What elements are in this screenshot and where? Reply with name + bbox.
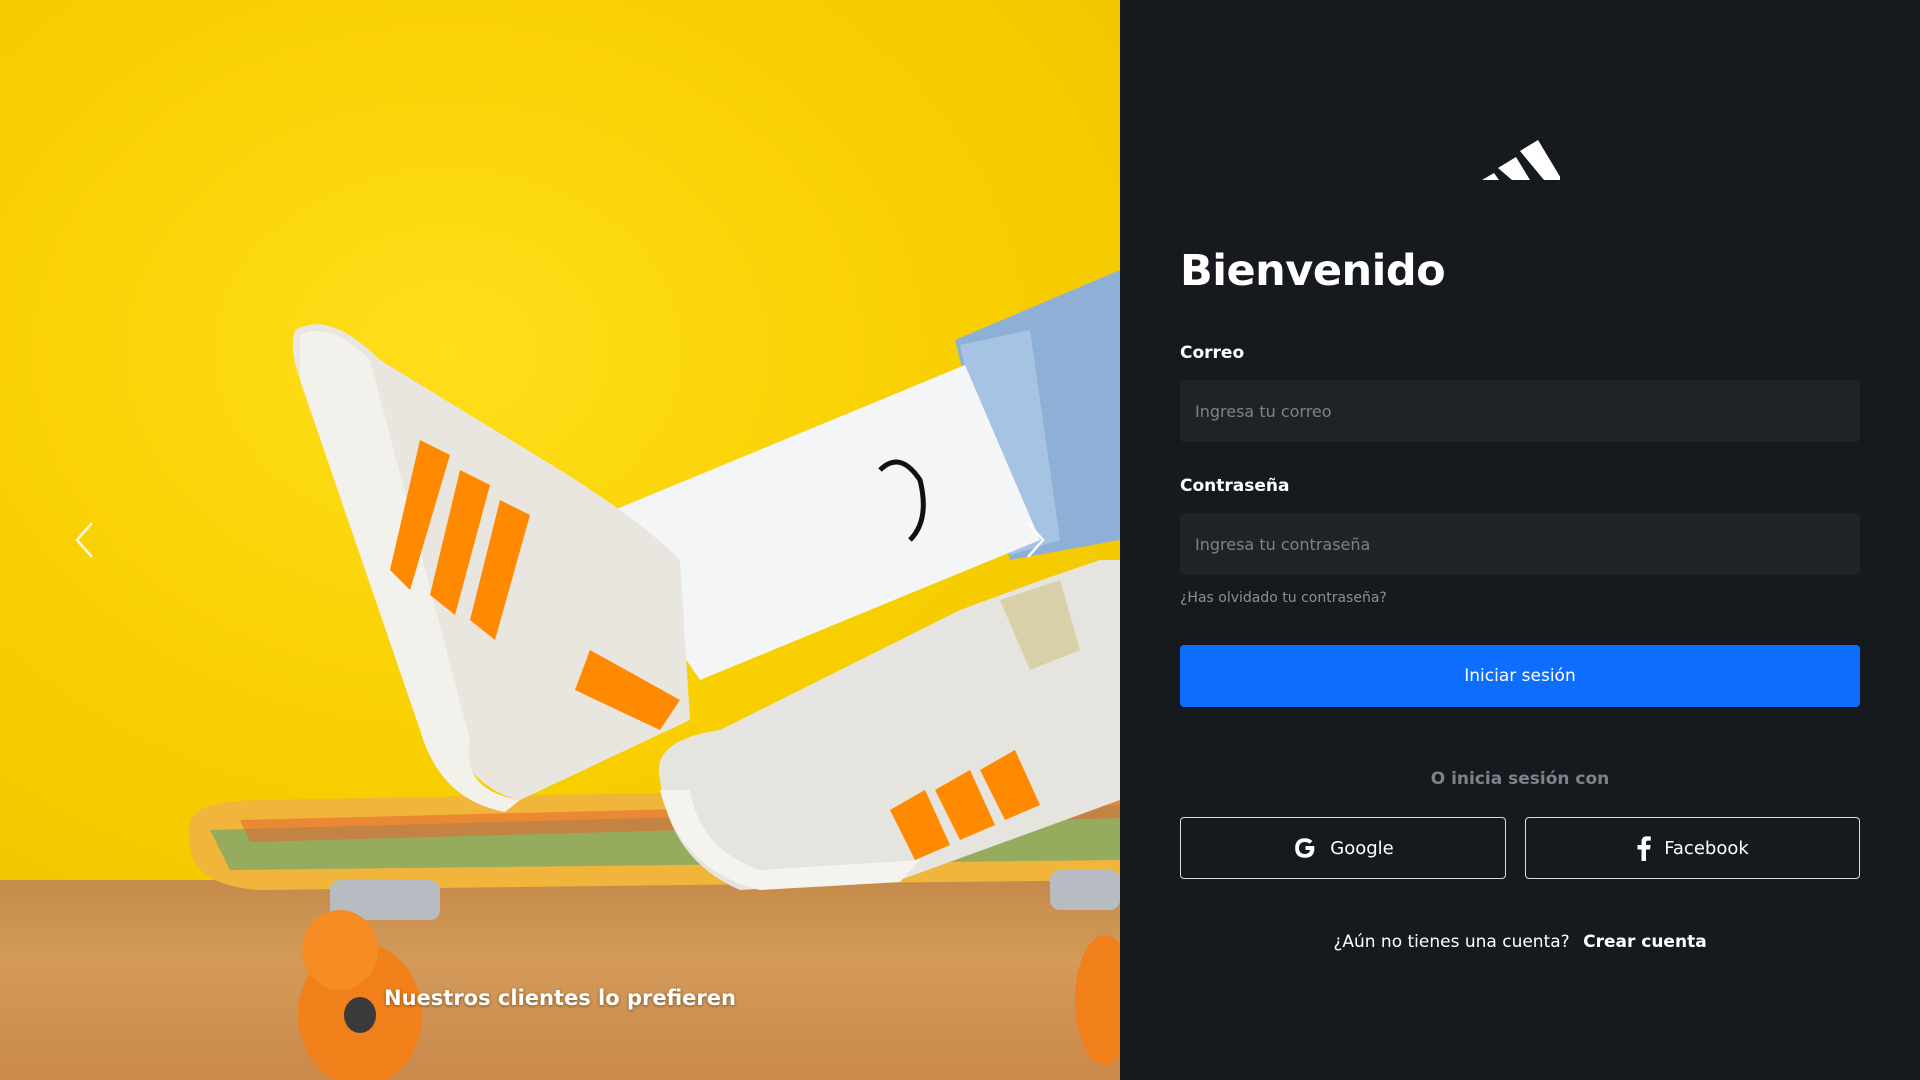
password-field[interactable] [1180,513,1860,575]
email-label: Correo [1180,343,1245,363]
forgot-password-link[interactable]: ¿Has olvidado tu contraseña? [1180,590,1387,606]
carousel-prev-button[interactable] [64,515,104,565]
email-field[interactable] [1180,380,1860,442]
chevron-right-icon [1027,522,1045,558]
chevron-left-icon [75,522,93,558]
carousel-caption: Nuestros clientes lo prefieren [384,986,736,1010]
hero-carousel: Nuestros clientes lo prefieren [0,0,1120,1080]
login-page: Nuestros clientes lo prefieren Bienvenid… [0,0,1920,1080]
create-account-link[interactable]: Crear cuenta [1583,932,1707,952]
login-panel: Bienvenido Correo Contraseña ¿Has olvida… [1120,0,1920,1080]
carousel-next-button[interactable] [1016,515,1056,565]
google-icon [1292,835,1318,861]
facebook-login-button[interactable]: Facebook [1525,817,1860,879]
google-button-label: Google [1330,837,1394,859]
google-login-button[interactable]: Google [1180,817,1506,879]
login-button[interactable]: Iniciar sesión [1180,645,1860,707]
adidas-logo [1482,140,1560,180]
social-login-divider-text: O inicia sesión con [1430,769,1610,789]
hero-photo [188,270,1120,1080]
password-label: Contraseña [1180,476,1290,496]
signup-prompt: ¿Aún no tienes una cuenta? Crear cuenta [1120,932,1920,952]
signup-prompt-text: ¿Aún no tienes una cuenta? [1333,932,1570,952]
facebook-icon [1636,835,1652,861]
page-title: Bienvenido [1180,246,1446,296]
facebook-button-label: Facebook [1664,837,1749,859]
